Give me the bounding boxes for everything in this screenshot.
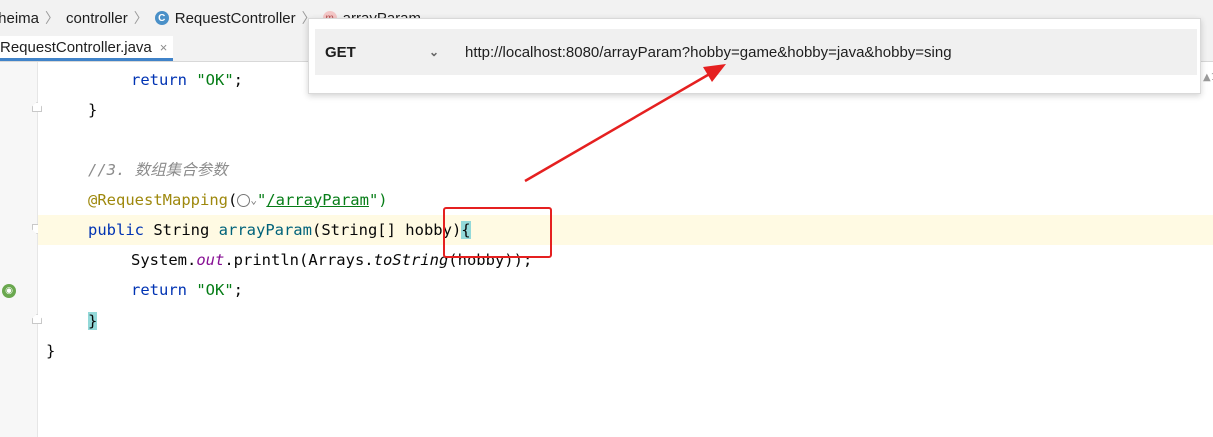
annotation-arrow: [524, 64, 726, 183]
